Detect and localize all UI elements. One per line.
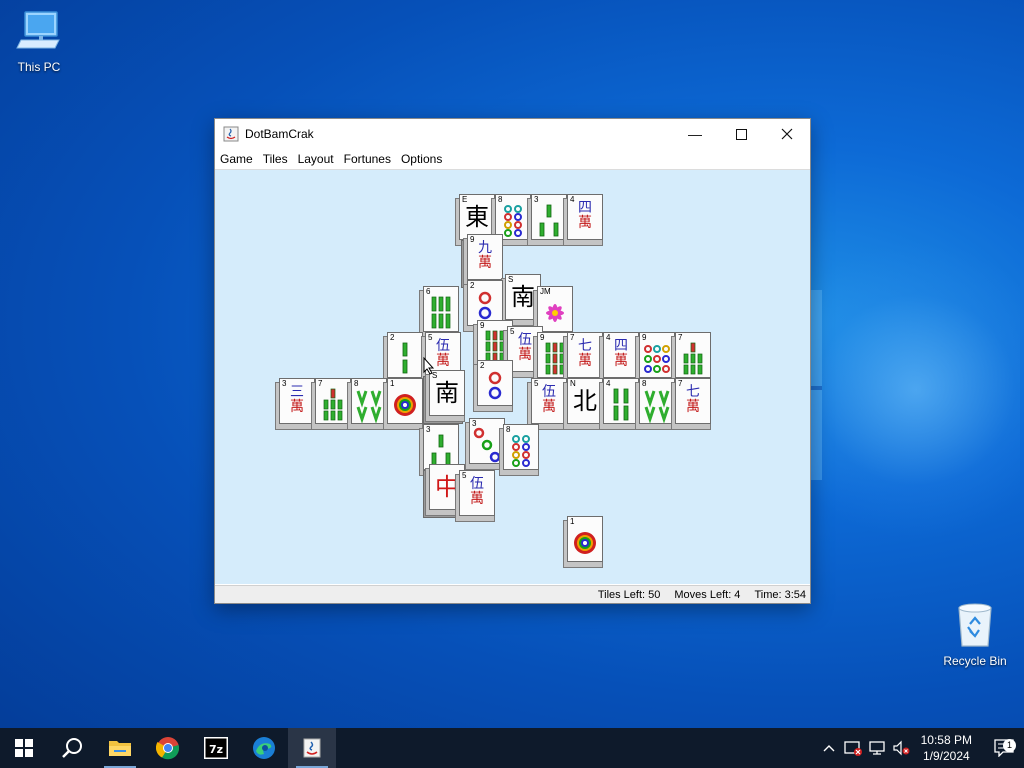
status-bar: Tiles Left: 50 Moves Left: 4 Time: 3:54 bbox=[215, 585, 810, 603]
start-button[interactable] bbox=[0, 728, 48, 768]
taskbar-file-explorer[interactable] bbox=[96, 728, 144, 768]
system-tray: 10:58 PM 1/9/2024 1 bbox=[817, 728, 1024, 768]
close-button[interactable] bbox=[764, 119, 810, 149]
notification-center-button[interactable]: 1 bbox=[984, 739, 1024, 757]
menu-game[interactable]: Game bbox=[215, 152, 258, 166]
java-app-icon bbox=[223, 126, 239, 142]
maximize-icon bbox=[735, 128, 747, 140]
menu-tiles[interactable]: Tiles bbox=[258, 152, 293, 166]
maximize-button[interactable] bbox=[718, 119, 764, 149]
moves-left-status: Moves Left: 4 bbox=[674, 588, 741, 601]
tile-character-5[interactable]: 5伍萬 bbox=[455, 470, 499, 522]
7zip-icon: 7z bbox=[204, 737, 228, 759]
desktop-icon-label: Recycle Bin bbox=[943, 654, 1007, 668]
show-hidden-icons-button[interactable] bbox=[817, 744, 841, 752]
desktop-icon-label: This PC bbox=[17, 60, 61, 74]
windows-logo-icon bbox=[15, 739, 33, 757]
search-button[interactable] bbox=[48, 728, 96, 768]
tray-network-button[interactable] bbox=[865, 740, 889, 756]
game-board: E東 8 3 4四萬 9九萬 S南 JM 2 6 9 5 伍 萬 2 5 伍 萬… bbox=[215, 170, 810, 584]
tile-bamboo-7[interactable]: 7 bbox=[671, 332, 715, 384]
search-icon bbox=[62, 738, 82, 758]
clock-time: 10:58 PM bbox=[920, 733, 972, 747]
minimize-button[interactable]: — bbox=[672, 119, 718, 149]
tile-dot-1[interactable]: 1 bbox=[383, 378, 427, 430]
tiles-left-status: Tiles Left: 50 bbox=[597, 588, 661, 601]
tile-character-9[interactable]: 9九萬 bbox=[461, 234, 507, 288]
menu-bar: Game Tiles Layout Fortunes Options bbox=[215, 149, 810, 170]
network-icon bbox=[868, 741, 885, 755]
mouse-cursor-icon bbox=[423, 357, 435, 375]
minimize-icon: — bbox=[688, 126, 702, 142]
time-status: Time: 3:54 bbox=[754, 588, 806, 601]
edge-icon bbox=[253, 737, 275, 759]
tray-volume-button[interactable] bbox=[889, 740, 913, 756]
tile-dot-1[interactable]: 1 bbox=[563, 516, 607, 568]
tile-character-4[interactable]: 4四萬 bbox=[563, 194, 607, 246]
taskbar-edge[interactable] bbox=[240, 728, 288, 768]
volume-muted-icon bbox=[893, 740, 910, 756]
notification-badge: 1 bbox=[1003, 739, 1016, 752]
title-bar[interactable]: DotBamCrak — bbox=[215, 119, 810, 149]
computer-icon bbox=[16, 11, 60, 49]
menu-options[interactable]: Options bbox=[396, 152, 447, 166]
window-title: DotBamCrak bbox=[245, 127, 314, 141]
tile-bamboo-6[interactable]: 6 bbox=[419, 286, 463, 338]
recycle-bin-icon bbox=[958, 603, 992, 647]
menu-fortunes[interactable]: Fortunes bbox=[339, 152, 396, 166]
clock-date: 1/9/2024 bbox=[922, 749, 970, 763]
tray-security-icon-button[interactable] bbox=[841, 740, 865, 756]
menu-layout[interactable]: Layout bbox=[293, 152, 339, 166]
tile-dot-8[interactable]: 8 bbox=[499, 424, 543, 476]
taskbar-chrome[interactable] bbox=[144, 728, 192, 768]
svg-text:7z: 7z bbox=[209, 743, 223, 756]
java-icon bbox=[303, 738, 321, 758]
desktop-icon-recycle-bin[interactable]: Recycle Bin bbox=[939, 600, 1011, 668]
security-icon bbox=[843, 741, 862, 756]
chevron-up-icon bbox=[823, 745, 835, 752]
app-window: DotBamCrak — Game Tiles Layout Fortunes … bbox=[214, 118, 811, 604]
chrome-icon bbox=[156, 737, 180, 760]
close-icon bbox=[781, 128, 793, 140]
taskbar-7zip[interactable]: 7z bbox=[192, 728, 240, 768]
tile-south-wind[interactable]: S南 bbox=[423, 370, 469, 424]
taskbar-clock[interactable]: 10:58 PM 1/9/2024 bbox=[921, 732, 972, 764]
tile-character-7[interactable]: 7七萬 bbox=[671, 378, 715, 430]
taskbar: 7z 10:58 PM 1/9/2024 1 bbox=[0, 728, 1024, 768]
desktop-icon-this-pc[interactable]: This PC bbox=[3, 8, 75, 74]
tile-dot-2[interactable]: 2 bbox=[473, 360, 517, 412]
taskbar-java-app[interactable] bbox=[288, 728, 336, 768]
folder-icon bbox=[109, 741, 131, 756]
